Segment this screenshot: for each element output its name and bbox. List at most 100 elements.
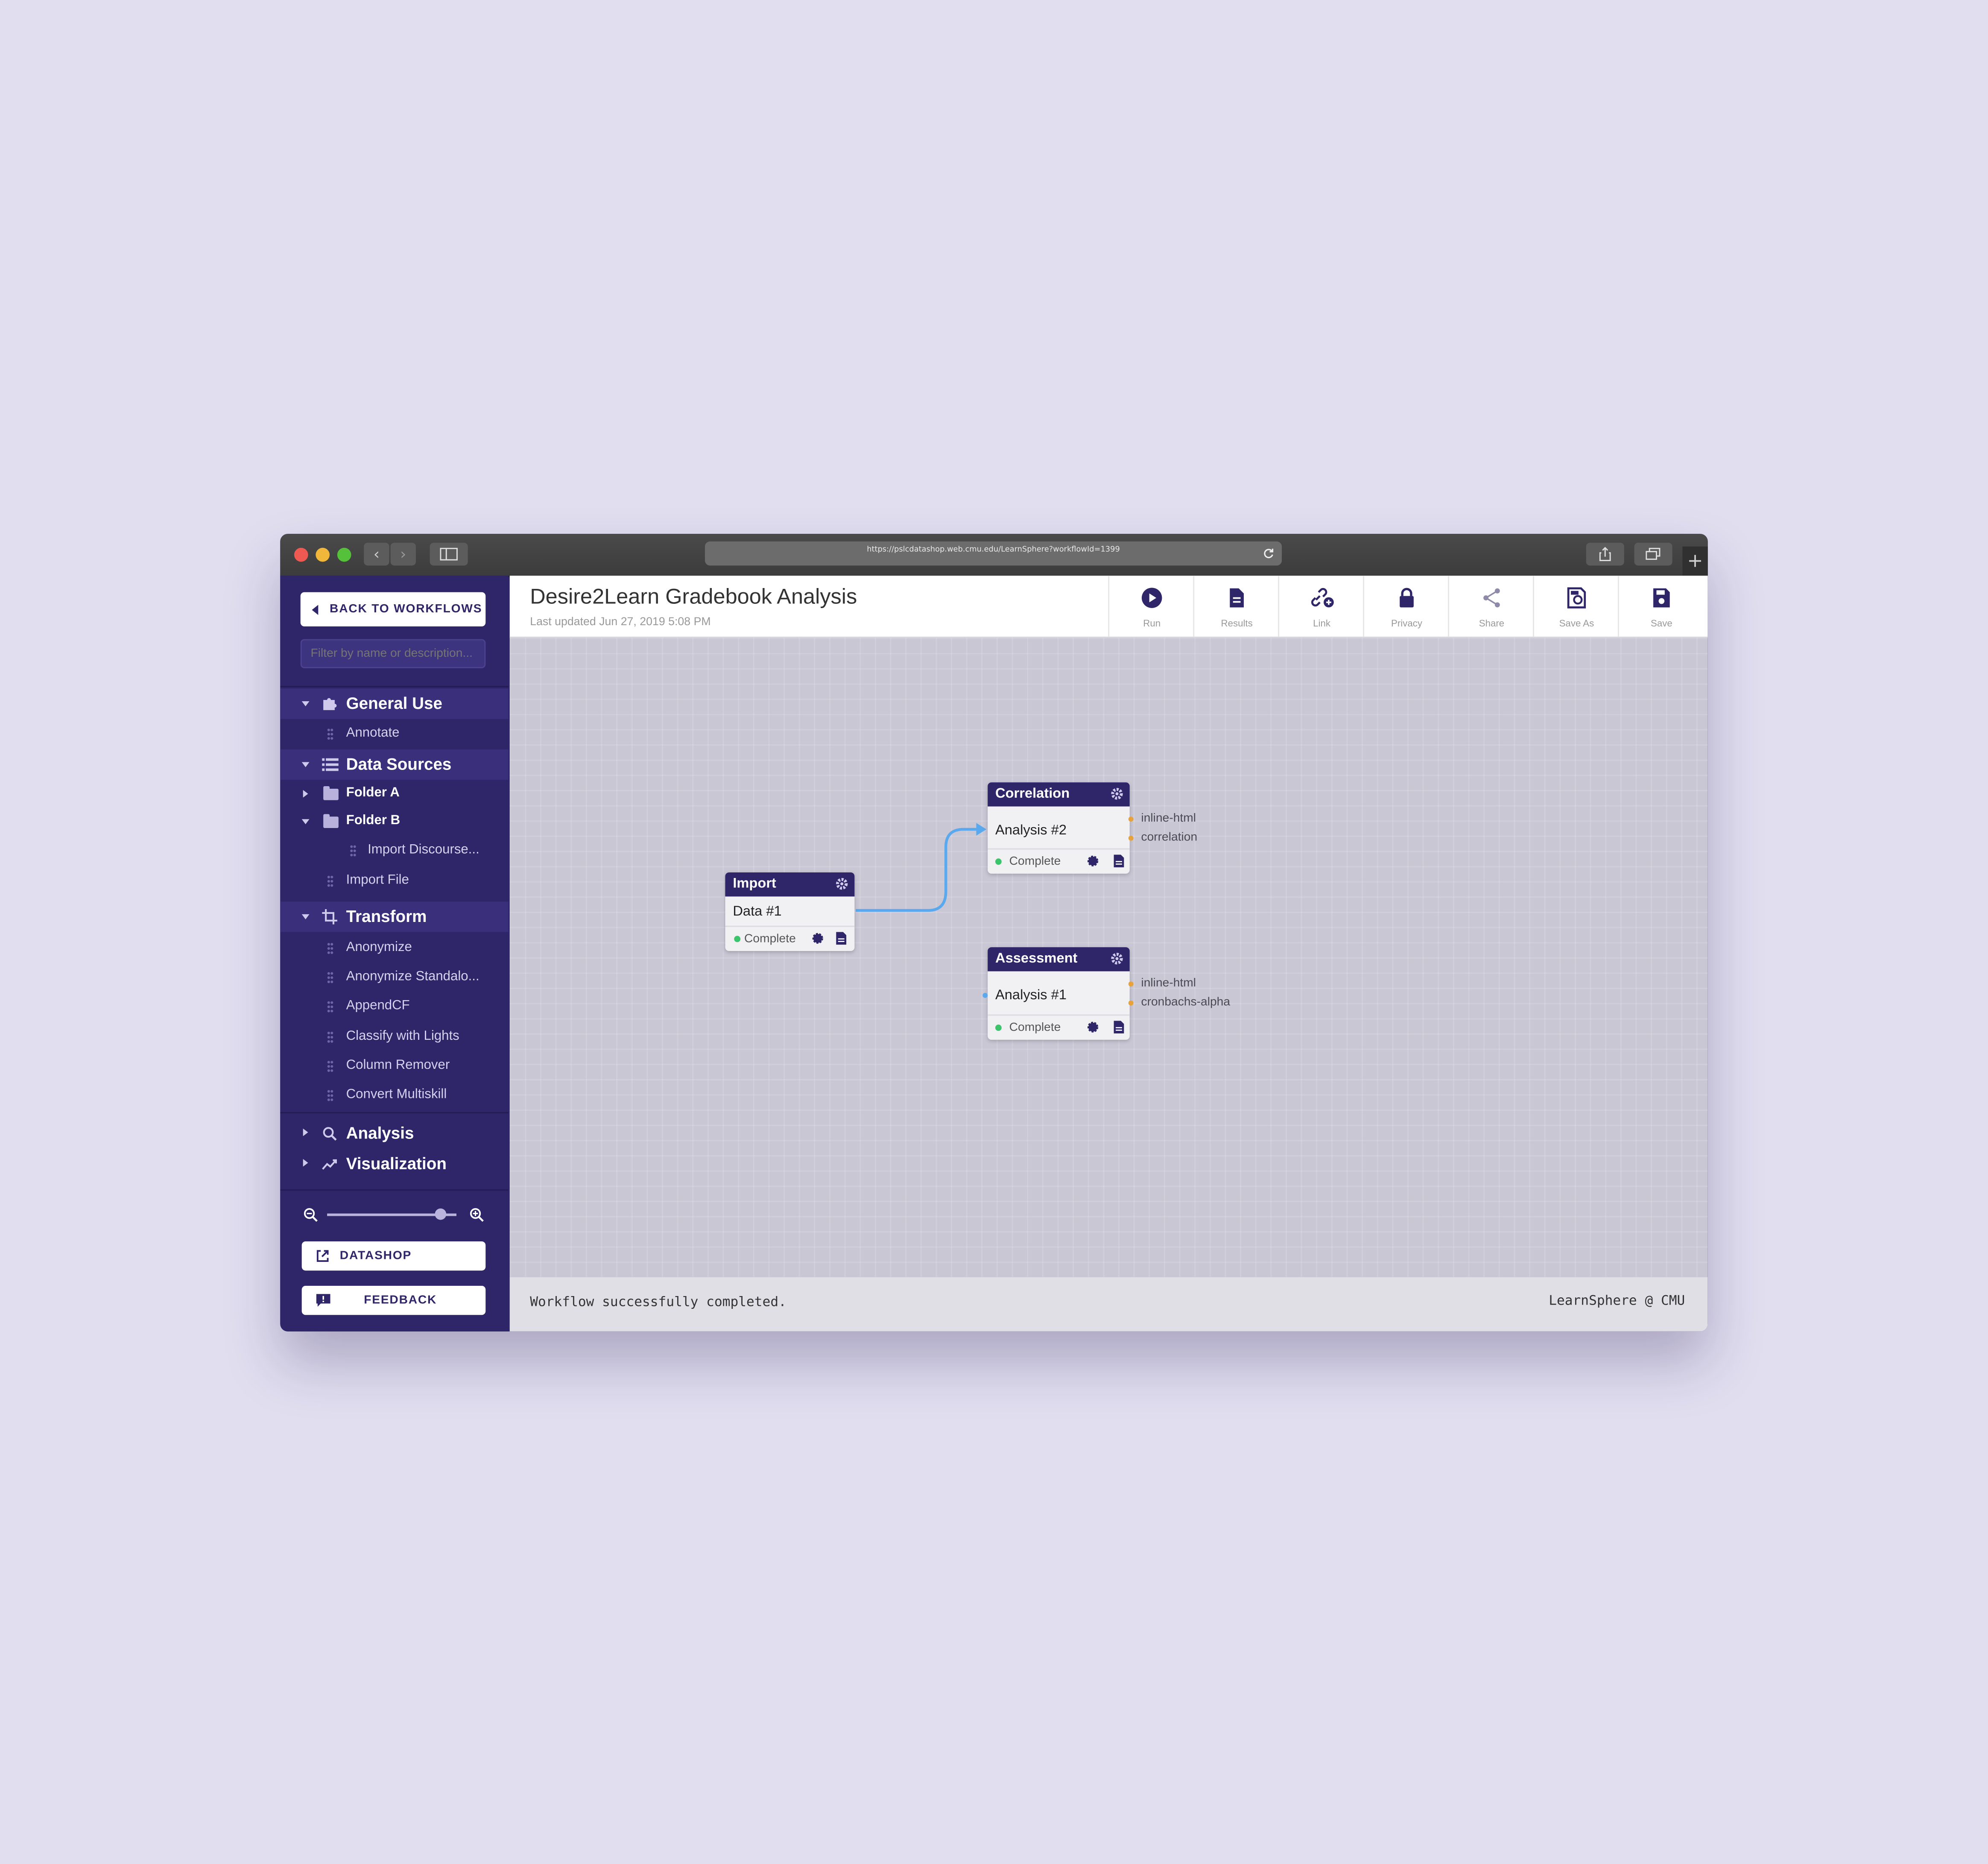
reload-icon[interactable]: [1263, 548, 1275, 559]
output-label: inline-html: [1141, 811, 1196, 826]
sidebar-divider: [280, 686, 509, 688]
drag-handle-icon[interactable]: [327, 1000, 333, 1013]
list-item-appendcf[interactable]: AppendCF: [280, 993, 508, 1021]
forward-button[interactable]: ›: [390, 542, 416, 566]
node-header[interactable]: Correlation: [988, 782, 1130, 807]
share-button[interactable]: Share: [1448, 576, 1534, 637]
gear-icon[interactable]: [1111, 787, 1123, 800]
node-name: Analysis #1: [995, 988, 1067, 1003]
back-button[interactable]: ‹: [364, 542, 389, 566]
file-icon[interactable]: [836, 932, 847, 945]
group-title: Visualization: [346, 1154, 447, 1173]
file-icon[interactable]: [1113, 854, 1125, 868]
run-button[interactable]: Run: [1108, 576, 1194, 637]
list-item-column-remover[interactable]: Column Remover: [280, 1053, 508, 1080]
drag-handle-icon[interactable]: [327, 728, 333, 741]
debug-icon[interactable]: [811, 932, 824, 945]
output-port[interactable]: [1128, 1000, 1134, 1006]
group-general-use[interactable]: General Use: [280, 688, 509, 719]
results-button[interactable]: Results: [1193, 576, 1279, 637]
folder-a[interactable]: Folder A: [280, 780, 508, 808]
privacy-button[interactable]: Privacy: [1363, 576, 1449, 637]
output-port[interactable]: [1128, 816, 1134, 822]
status-complete-icon: [995, 858, 1002, 865]
list-item-import-file[interactable]: Import File: [280, 867, 508, 895]
list-icon: [322, 758, 339, 771]
sidebar-toggle-icon[interactable]: [430, 542, 468, 566]
status-bar: Workflow successfully completed. LearnSp…: [509, 1277, 1708, 1331]
output-port[interactable]: [1128, 981, 1134, 987]
group-title: Data Sources: [346, 754, 452, 774]
sidebar-divider: [280, 1189, 509, 1191]
save-button[interactable]: Save: [1617, 576, 1704, 637]
correlation-node[interactable]: Correlation Analysis #2 Complete: [988, 782, 1130, 874]
share-page-icon[interactable]: [1586, 542, 1624, 566]
url-text: https://pslcdatashop.web.cmu.edu/LearnSp…: [867, 545, 1120, 554]
file-icon[interactable]: [1113, 1021, 1125, 1034]
debug-icon[interactable]: [1087, 854, 1099, 867]
node-status: Complete: [1009, 854, 1061, 869]
debug-icon[interactable]: [1087, 1021, 1099, 1033]
input-port[interactable]: [982, 993, 988, 998]
folder-b[interactable]: Folder B: [280, 808, 508, 836]
group-analysis[interactable]: Analysis: [280, 1118, 508, 1149]
drag-handle-icon[interactable]: [327, 1060, 333, 1073]
feedback-button[interactable]: FEEDBACK: [301, 1285, 486, 1315]
drag-handle-icon[interactable]: [327, 875, 333, 888]
list-item-classify-with-lights[interactable]: Classify with Lights: [280, 1023, 508, 1051]
list-item-import-discourse[interactable]: Import Discourse...: [280, 837, 508, 865]
output-label: inline-html: [1141, 976, 1196, 991]
status-complete-icon: [995, 1024, 1002, 1031]
sidebar-divider: [280, 1112, 509, 1114]
node-header[interactable]: Import: [725, 872, 855, 897]
output-port[interactable]: [1128, 835, 1134, 841]
import-node[interactable]: Import Data #1 Complete: [725, 872, 855, 951]
status-message: Workflow successfully completed.: [530, 1294, 786, 1310]
brand-label: LearnSphere @ CMU: [1549, 1293, 1685, 1309]
gear-icon[interactable]: [1111, 952, 1123, 965]
output-label: cronbachs-alpha: [1141, 995, 1231, 1010]
share-icon: [1483, 588, 1500, 608]
drag-handle-icon[interactable]: [327, 942, 333, 955]
datashop-projects-button[interactable]: DATASHOP PROJECTS: [301, 1241, 486, 1292]
zoom-in-icon[interactable]: [469, 1207, 485, 1223]
list-item-anonymize-standalone[interactable]: Anonymize Standalo...: [280, 964, 508, 992]
feedback-icon: [316, 1294, 330, 1307]
drag-handle-icon[interactable]: [327, 1031, 333, 1044]
list-item-convert-multiskill[interactable]: Convert Multiskill: [280, 1082, 508, 1109]
node-name: Data #1: [733, 904, 782, 919]
group-title: General Use: [346, 694, 442, 713]
back-arrow-icon: [312, 605, 319, 615]
close-window-button[interactable]: [294, 547, 308, 562]
workflow-canvas[interactable]: Import Data #1 Complete Correlation Anal…: [509, 638, 1708, 1277]
assessment-node[interactable]: Assessment Analysis #1 Complete: [988, 947, 1130, 1040]
node-footer: Complete: [988, 848, 1130, 874]
minimize-window-button[interactable]: [316, 547, 330, 562]
list-item-annotate[interactable]: Annotate: [280, 720, 508, 748]
drag-handle-icon[interactable]: [327, 1089, 333, 1102]
drag-handle-icon[interactable]: [350, 844, 357, 857]
tabs-overview-icon[interactable]: [1634, 542, 1672, 566]
link-button[interactable]: Link: [1278, 576, 1364, 637]
save-as-icon: [1567, 587, 1586, 609]
address-bar[interactable]: https://pslcdatashop.web.cmu.edu/LearnSp…: [705, 541, 1282, 566]
maximize-window-button[interactable]: [337, 547, 351, 562]
back-to-workflows-button[interactable]: BACK TO WORKFLOWS: [300, 592, 486, 626]
zoom-out-icon[interactable]: [303, 1207, 319, 1223]
gear-icon[interactable]: [836, 878, 848, 890]
group-transform[interactable]: Transform: [280, 901, 509, 932]
group-visualization[interactable]: Visualization: [280, 1149, 508, 1179]
play-icon: [1141, 588, 1162, 608]
zoom-slider-handle[interactable]: [435, 1208, 447, 1220]
new-tab-button[interactable]: +: [1682, 546, 1708, 576]
external-link-icon: [316, 1250, 329, 1262]
list-item-anonymize[interactable]: Anonymize: [280, 934, 508, 962]
caret-right-icon: [303, 1159, 308, 1167]
filter-input[interactable]: [300, 639, 486, 668]
link-icon: [1311, 588, 1334, 608]
drag-handle-icon[interactable]: [327, 971, 333, 984]
group-data-sources[interactable]: Data Sources: [280, 749, 509, 780]
node-header[interactable]: Assessment: [988, 947, 1130, 972]
save-as-button[interactable]: Save As: [1533, 576, 1619, 637]
caret-right-icon: [303, 1128, 308, 1136]
